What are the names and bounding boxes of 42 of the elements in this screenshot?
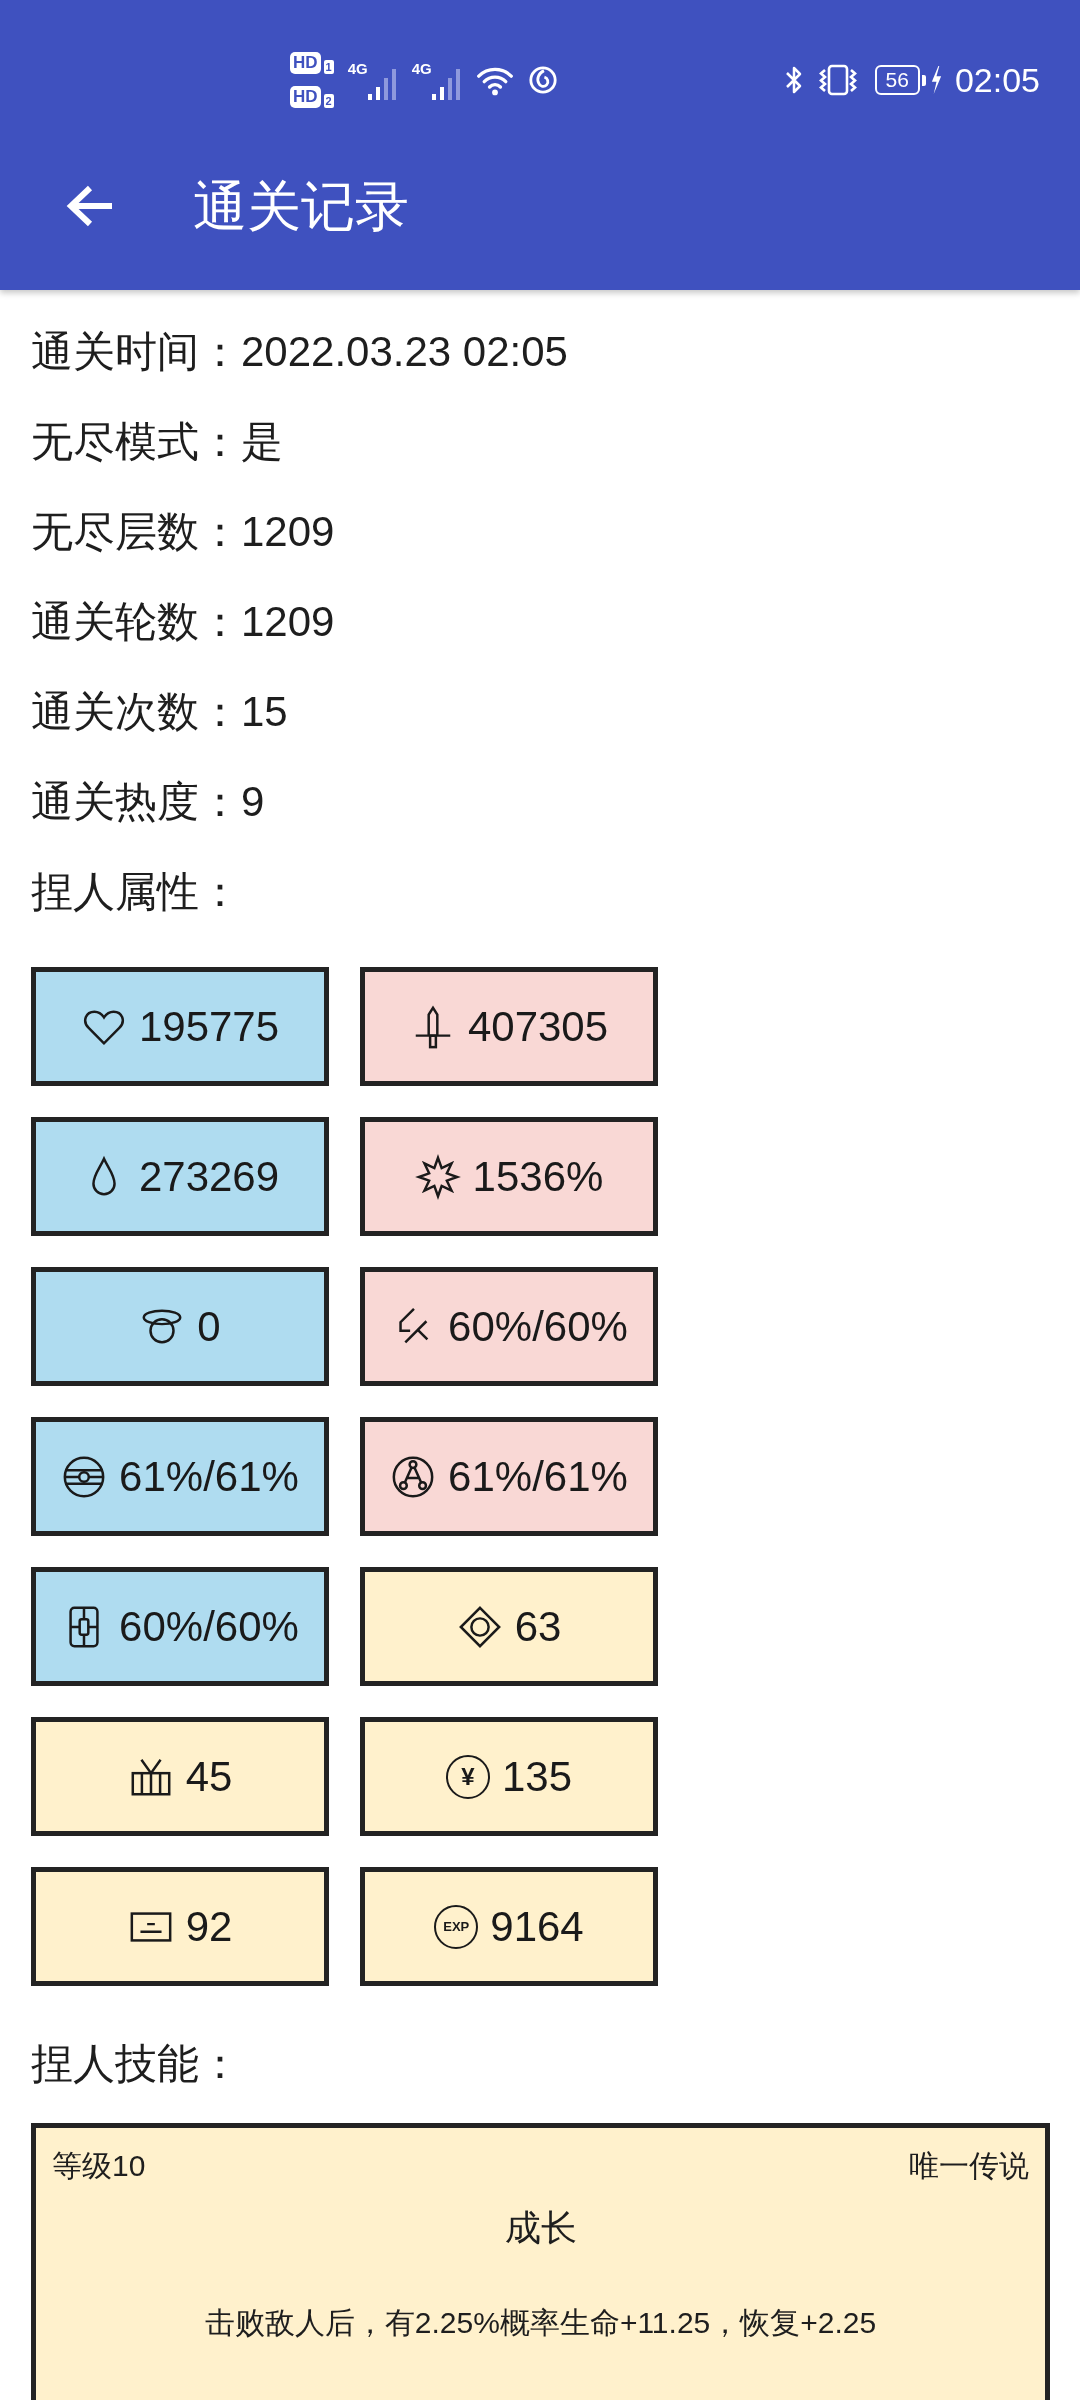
skill-rarity: 唯一传说: [909, 2148, 1029, 2184]
yen-coin-icon: ¥: [445, 1754, 490, 1799]
screen-title: 通关记录: [193, 175, 409, 238]
starburst-icon: [414, 1153, 461, 1200]
hd-badge: HD: [290, 52, 321, 74]
status-time: 02:05: [954, 60, 1040, 100]
back-arrow-icon: [64, 184, 114, 228]
info-line: 无尽模式：是: [31, 417, 283, 467]
skill-level: 等级10: [52, 2148, 146, 2184]
attribute-value: 195775: [138, 1001, 280, 1052]
info-line: 无尽层数：1209: [31, 507, 335, 557]
signal-icon: [367, 66, 398, 100]
signal-icon: [431, 66, 462, 100]
info-line: 通关时间：2022.03.23 02:05: [31, 327, 568, 377]
attribute-value: 273269: [138, 1151, 280, 1202]
attribute-value: 9164: [490, 1901, 584, 1952]
skill-description: 击败敌人后，有2.25%概率生命+11.25，恢复+2.25: [204, 2305, 877, 2341]
info-line: 通关轮数：1209: [31, 597, 335, 647]
info-line: 通关热度：9: [31, 777, 265, 827]
attribute-value: 60%/60%: [448, 1301, 628, 1352]
exp-badge-icon: EXP: [434, 1904, 479, 1949]
attribute-value: 61%/61%: [448, 1451, 628, 1502]
attribute-value: 0: [197, 1301, 221, 1352]
vibrate-icon: [816, 62, 859, 98]
info-line: 通关次数：15: [31, 687, 288, 737]
sim-slot-badge: 2: [323, 94, 334, 108]
skill-name: 成长: [504, 2206, 577, 2250]
section-heading: 捏人属性：: [31, 867, 241, 917]
swirl-icon: [527, 65, 558, 95]
section-heading: 捏人技能：: [31, 2039, 241, 2089]
sim-slot-badge: 1: [323, 60, 334, 74]
hd-badge: HD: [290, 86, 321, 108]
attribute-value: 135: [501, 1751, 573, 1802]
attribute-value: 61%/61%: [119, 1451, 299, 1502]
network-type-label: 4G: [347, 60, 368, 78]
attribute-value: 63: [514, 1601, 562, 1652]
network-type-label: 4G: [411, 60, 432, 78]
attribute-value: 60%/60%: [119, 1601, 299, 1652]
attribute-value: 45: [185, 1751, 233, 1802]
attribute-value: 92: [185, 1901, 233, 1952]
attribute-value: 407305: [467, 1001, 609, 1052]
attribute-value: 1536%: [472, 1151, 604, 1202]
